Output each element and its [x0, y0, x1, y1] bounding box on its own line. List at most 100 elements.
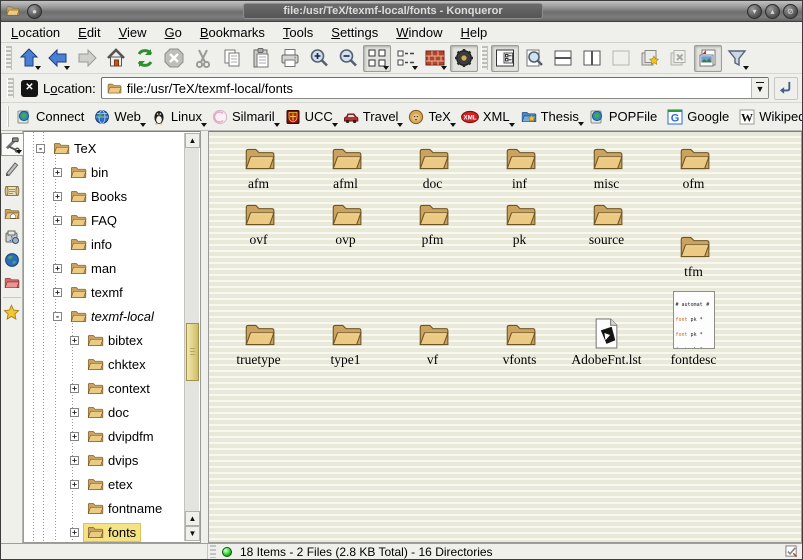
statusbar-grip[interactable] [210, 545, 216, 558]
file-item[interactable]: pfm [389, 194, 476, 250]
bookmark-web[interactable]: Web [91, 107, 146, 127]
maximize-button[interactable]: ▴ [765, 4, 780, 19]
gear-button[interactable] [450, 45, 478, 72]
tree-expander-icon[interactable] [36, 144, 45, 153]
minimize-button[interactable]: ▾ [747, 4, 762, 19]
tree-item[interactable]: fontname [24, 496, 185, 520]
file-item[interactable]: ovp [302, 194, 389, 250]
file-item[interactable]: inf [476, 138, 563, 194]
tree-item[interactable]: dvipdfm [24, 424, 185, 448]
configure-dropdown-icon[interactable] [16, 150, 22, 154]
print-button[interactable] [276, 45, 304, 72]
sidebar-root-folder-button[interactable] [1, 271, 23, 294]
toolbar-grip[interactable] [481, 46, 488, 70]
tree-expander-icon[interactable] [53, 288, 62, 297]
file-item[interactable]: ovf [215, 194, 302, 250]
sidebar-network-button[interactable] [1, 248, 23, 271]
file-item[interactable]: afm [215, 138, 302, 194]
tree-expander-icon[interactable] [70, 384, 79, 393]
bookmark-linux[interactable]: Linux [148, 107, 207, 127]
file-item[interactable]: afml [302, 138, 389, 194]
menu-tools[interactable]: Tools [283, 25, 313, 40]
location-input[interactable]: file:/usr/TeX/texmf-local/fonts ▼ [101, 77, 769, 99]
sidebar-history-button[interactable] [1, 179, 23, 202]
bookmark-dropdown-icon[interactable] [201, 123, 207, 127]
tree-item[interactable]: bin [24, 160, 185, 184]
bookmark-dropdown-icon[interactable] [509, 123, 515, 127]
file-item[interactable]: AdobeFnt.lst [563, 282, 650, 370]
sidebar-toggle-button[interactable] [491, 45, 519, 72]
file-item[interactable]: source [563, 194, 650, 250]
location-dropdown-button[interactable]: ▼ [751, 78, 768, 98]
file-item[interactable]: truetype [215, 282, 302, 370]
split-left-right-button[interactable] [578, 45, 606, 72]
menu-settings[interactable]: Settings [331, 25, 378, 40]
bricks-button[interactable] [421, 45, 449, 72]
bookmark-thesis[interactable]: Thesis [517, 107, 584, 126]
toolbar-grip[interactable] [7, 106, 9, 127]
bookmark-ucc[interactable]: UCC [282, 107, 338, 127]
tree-item[interactable]: chktex [24, 352, 185, 376]
menu-window[interactable]: Window [396, 25, 442, 40]
menu-go[interactable]: Go [165, 25, 182, 40]
menu-help[interactable]: Help [461, 25, 488, 40]
tree-item[interactable]: info [24, 232, 185, 256]
sidebar-home-folder-button[interactable] [1, 202, 23, 225]
file-item[interactable]: ofm [650, 138, 737, 194]
close-button[interactable]: ⊘ [783, 4, 798, 19]
bookmark-dropdown-icon[interactable] [274, 123, 280, 127]
zoom-in-button[interactable] [305, 45, 333, 72]
icon-view-dropdown-icon[interactable] [383, 66, 389, 70]
sidebar-pen-button[interactable] [1, 156, 23, 179]
tree-item[interactable]: FAQ [24, 208, 185, 232]
tree-expander-icon[interactable] [70, 456, 79, 465]
back-dropdown-icon[interactable] [64, 66, 70, 70]
tree-expander-icon[interactable] [53, 312, 62, 321]
tree-item[interactable]: bibtex [24, 328, 185, 352]
tree-expander-icon[interactable] [70, 336, 79, 345]
tree-expander-icon[interactable] [70, 480, 79, 489]
bookmark-silmaril[interactable]: Silmaril [209, 107, 280, 127]
location-value[interactable]: file:/usr/TeX/texmf-local/fonts [127, 81, 746, 96]
tree-item[interactable]: etex [24, 472, 185, 496]
back-button[interactable] [44, 45, 72, 72]
tree-item[interactable]: dvips [24, 448, 185, 472]
file-item[interactable]: misc [563, 138, 650, 194]
zoom-out-button[interactable] [334, 45, 362, 72]
bookmark-dropdown-icon[interactable] [140, 123, 146, 127]
tree-item[interactable]: TeX [24, 136, 185, 160]
bookmark-connect[interactable]: Connect [13, 107, 89, 127]
copy-button[interactable] [218, 45, 246, 72]
file-item[interactable]: doc [389, 138, 476, 194]
go-button[interactable] [774, 77, 798, 100]
split-top-bottom-button[interactable] [549, 45, 577, 72]
menu-view[interactable]: View [119, 25, 147, 40]
tree-item[interactable]: texmf [24, 280, 185, 304]
scroll-down-icon[interactable]: ▼ [185, 526, 200, 541]
bookmark-dropdown-icon[interactable] [450, 123, 456, 127]
bookmark-wikipedia[interactable]: WWikipedia [736, 107, 803, 127]
tree-item[interactable]: texmf-local [24, 304, 185, 328]
sidebar-services-button[interactable]: ♪ [1, 225, 23, 248]
menu-edit[interactable]: Edit [78, 25, 100, 40]
file-item[interactable]: # automat # font pk * font pk * font pk … [650, 282, 737, 370]
tree-expander-icon[interactable] [53, 264, 62, 273]
bookmark-dropdown-icon[interactable] [578, 122, 584, 126]
title-bar[interactable]: ● file:/usr/TeX/texmf-local/fonts - Konq… [1, 1, 802, 22]
paste-button[interactable] [247, 45, 275, 72]
file-item[interactable]: pk [476, 194, 563, 250]
tree-expander-icon[interactable] [70, 408, 79, 417]
toolbar-grip[interactable] [5, 46, 12, 70]
detail-view-button[interactable] [392, 45, 420, 72]
scroll-up-icon[interactable]: ▲ [185, 511, 200, 526]
sidebar-bookmarks-button[interactable] [1, 301, 23, 324]
file-item[interactable]: type1 [302, 282, 389, 370]
bookmark-dropdown-icon[interactable] [397, 123, 403, 127]
file-item[interactable]: tfm [650, 194, 737, 282]
tree-expander-icon[interactable] [70, 432, 79, 441]
image-preview-button[interactable] [694, 45, 722, 72]
toolbar-grip[interactable] [7, 78, 14, 98]
bookmark-dropdown-icon[interactable] [332, 123, 338, 127]
bricks-dropdown-icon[interactable] [441, 66, 447, 70]
bookmark-google[interactable]: GGoogle [664, 107, 734, 127]
